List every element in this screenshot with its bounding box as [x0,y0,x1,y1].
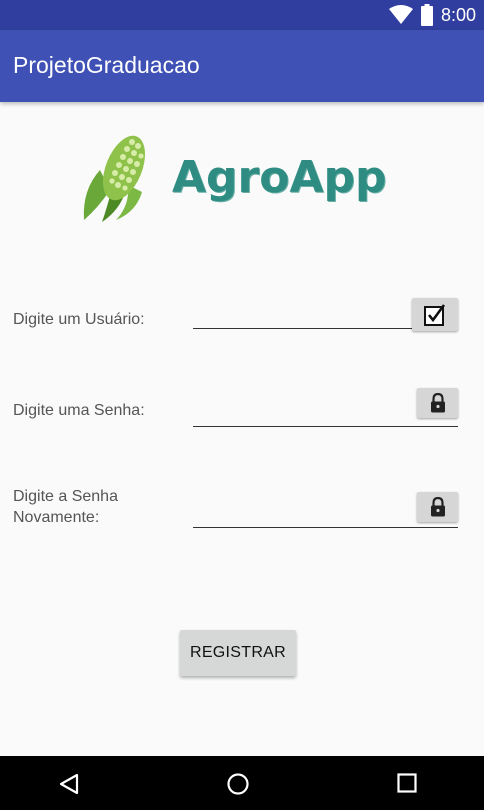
checkbox-checked-icon [423,303,447,327]
lock-icon [430,393,446,413]
confirm-password-lock-button[interactable] [417,492,458,522]
corn-icon [80,130,155,229]
wifi-icon [388,5,413,25]
status-icons: 8:00 [388,4,476,26]
username-check-button[interactable] [412,298,458,331]
status-time: 8:00 [440,5,476,25]
username-label: Digite um Usuário: [13,311,145,328]
screen: 8:00 ProjetoGraduacao AgroApp Digite um … [0,0,484,810]
recents-icon[interactable] [397,773,417,797]
nav-bar [0,756,484,810]
confirm-password-underline [193,527,458,528]
password-underline [193,426,458,427]
app-title: ProjetoGraduacao [13,52,200,78]
confirm-password-input[interactable] [193,497,413,527]
password-input[interactable] [193,396,413,426]
register-button[interactable]: REGISTRAR [180,630,296,676]
status-bar: 8:00 [0,0,484,30]
agroapp-logo: AgroApp [80,130,387,225]
confirm-password-label-line2: Novamente: [13,509,100,526]
app-bar: ProjetoGraduacao [0,30,484,102]
lock-icon [430,497,446,517]
username-input[interactable] [193,300,408,328]
logo-text: AgroApp [172,152,387,203]
password-label: Digite uma Senha: [13,402,145,419]
back-icon[interactable] [58,773,80,799]
confirm-password-label-line1: Digite a Senha [13,488,118,505]
battery-icon [420,4,433,26]
home-icon[interactable] [227,773,249,799]
password-lock-button[interactable] [417,388,458,418]
